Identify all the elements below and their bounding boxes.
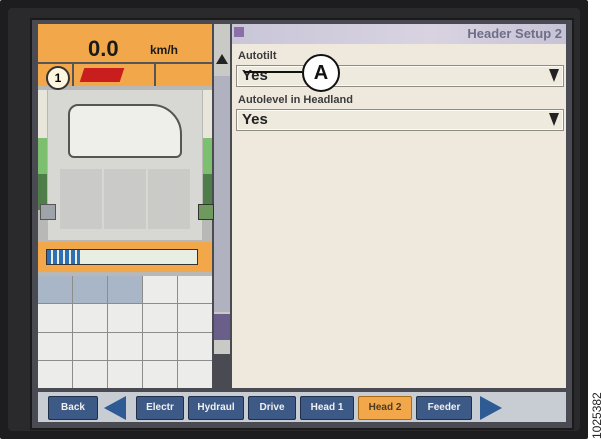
tab-bar: Back Electr Hydraul Drive Head 1 Head 2 … bbox=[38, 392, 566, 422]
scrollbar[interactable] bbox=[214, 24, 230, 354]
tab-feeder[interactable]: Feeder bbox=[416, 396, 472, 420]
autolevel-select[interactable]: Yes bbox=[236, 109, 564, 131]
chevron-down-icon[interactable] bbox=[549, 113, 559, 126]
display-screen: 0.0 km/h 1 Header Setup 2 Autotilt Yes A… bbox=[30, 18, 574, 430]
quick-slot[interactable] bbox=[178, 332, 212, 360]
quick-slot-icon[interactable] bbox=[73, 276, 107, 304]
tab-head-2[interactable]: Head 2 bbox=[358, 396, 412, 420]
load-bar bbox=[46, 249, 198, 265]
autotilt-select[interactable]: Yes bbox=[236, 65, 564, 87]
status-divider bbox=[154, 62, 156, 86]
title-bar: Header Setup 2 bbox=[232, 24, 566, 44]
quick-slot-icon[interactable] bbox=[38, 276, 72, 304]
page-title: Header Setup 2 bbox=[467, 26, 562, 41]
quick-slot-icon[interactable] bbox=[108, 276, 142, 304]
quick-slot[interactable] bbox=[108, 304, 142, 332]
reference-number: 1025382 bbox=[590, 392, 601, 439]
quick-slot[interactable] bbox=[73, 304, 107, 332]
quick-slot[interactable] bbox=[73, 360, 107, 388]
quick-grid bbox=[38, 276, 212, 388]
quick-slot[interactable] bbox=[178, 276, 212, 304]
chevron-down-icon[interactable] bbox=[549, 69, 559, 82]
quick-slot[interactable] bbox=[38, 360, 72, 388]
callout-leader-line bbox=[244, 71, 302, 73]
quick-slot[interactable] bbox=[73, 332, 107, 360]
tank-icon[interactable] bbox=[198, 204, 214, 220]
speed-unit: km/h bbox=[150, 43, 179, 57]
scroll-thumb[interactable] bbox=[214, 76, 230, 312]
tab-drive[interactable]: Drive bbox=[248, 396, 296, 420]
quick-slot[interactable] bbox=[108, 332, 142, 360]
quick-slot[interactable] bbox=[108, 360, 142, 388]
autolevel-label: Autolevel in Headland bbox=[238, 94, 353, 106]
previous-arrow-icon[interactable] bbox=[104, 396, 130, 420]
quick-slot[interactable] bbox=[143, 304, 177, 332]
quick-slot[interactable] bbox=[178, 360, 212, 388]
autolevel-value: Yes bbox=[242, 111, 268, 128]
status-panel: 0.0 km/h 1 bbox=[38, 24, 214, 388]
quick-slot[interactable] bbox=[38, 332, 72, 360]
status-divider bbox=[38, 62, 212, 64]
gear-badge: 1 bbox=[46, 66, 70, 90]
next-arrow-icon[interactable] bbox=[480, 396, 506, 420]
load-row bbox=[38, 242, 212, 272]
left-level-bar bbox=[38, 90, 47, 210]
scroll-track-end bbox=[214, 314, 230, 340]
tab-head-1[interactable]: Head 1 bbox=[300, 396, 354, 420]
quick-slot[interactable] bbox=[143, 276, 177, 304]
combine-icon bbox=[68, 104, 182, 158]
tab-electr[interactable]: Electr bbox=[136, 396, 184, 420]
autotilt-label: Autotilt bbox=[238, 50, 277, 62]
callout-label: A bbox=[302, 54, 340, 92]
autotilt-value: Yes bbox=[242, 67, 268, 84]
quick-slot[interactable] bbox=[143, 332, 177, 360]
tab-hydraul[interactable]: Hydraul bbox=[188, 396, 244, 420]
settings-panel: Header Setup 2 Autotilt Yes Autolevel in… bbox=[232, 24, 566, 388]
quick-slot[interactable] bbox=[38, 304, 72, 332]
speed-value: 0.0 bbox=[88, 36, 119, 61]
header-logo-icon bbox=[79, 68, 125, 82]
load-bar-fill bbox=[47, 250, 80, 264]
page-icon bbox=[234, 27, 244, 37]
tab-back[interactable]: Back bbox=[48, 396, 98, 420]
quick-slot[interactable] bbox=[178, 304, 212, 332]
speed-box: 0.0 km/h 1 bbox=[38, 24, 212, 90]
quick-slot[interactable] bbox=[143, 360, 177, 388]
camera-icon[interactable] bbox=[40, 204, 56, 220]
status-divider bbox=[72, 62, 74, 86]
right-level-bar bbox=[203, 90, 212, 210]
scroll-up-icon[interactable] bbox=[216, 54, 228, 64]
machine-diagram bbox=[48, 90, 202, 240]
machine-grid bbox=[60, 169, 190, 229]
